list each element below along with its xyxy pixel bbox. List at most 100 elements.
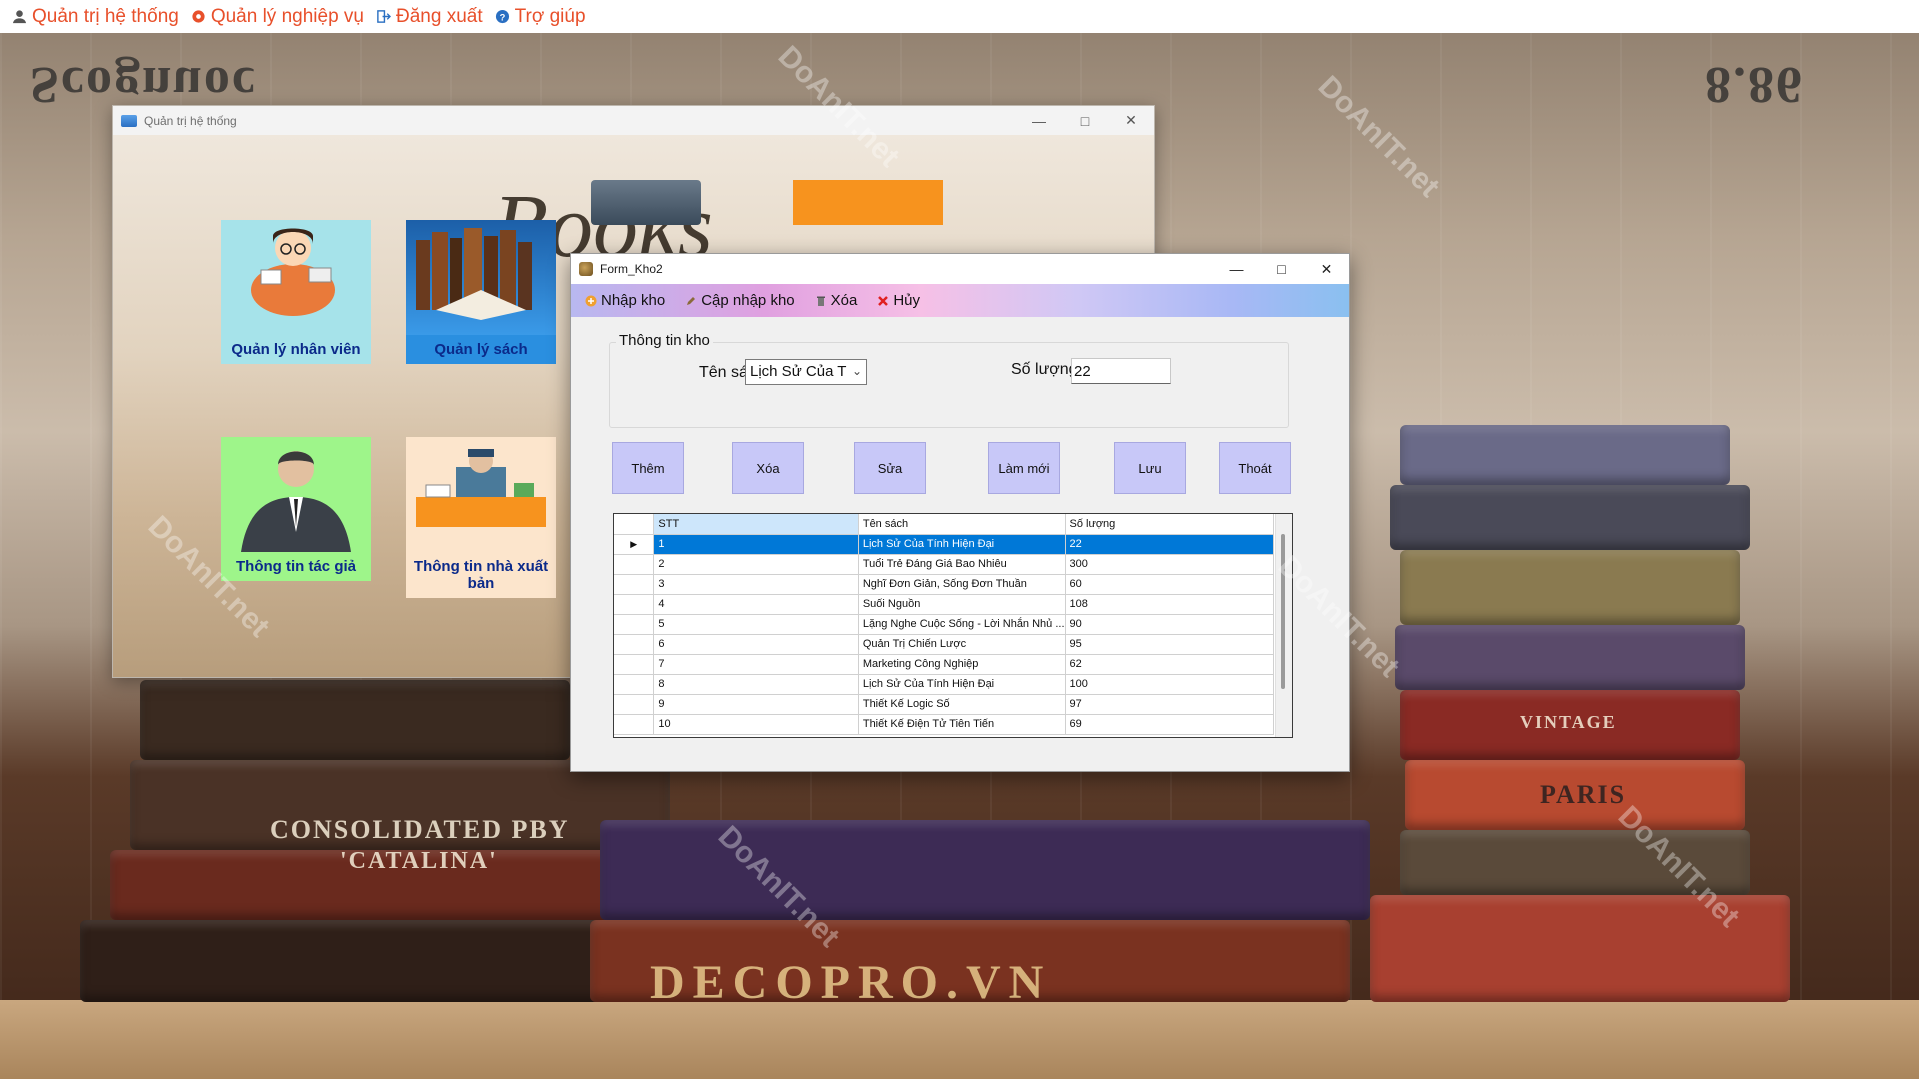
help-icon: ? (495, 9, 509, 24)
row-selector[interactable] (614, 654, 655, 675)
menu-label: Nhập kho (601, 292, 666, 309)
menu-nhap-kho[interactable]: Nhập kho (579, 284, 671, 317)
ten-sach-combobox[interactable]: Lịch Sử Của T ⌄ (745, 359, 867, 385)
tile-label: Quản lý sách (406, 335, 556, 364)
grid-vertical-scrollbar[interactable] (1275, 514, 1292, 737)
tile-quan-ly-nhan-vien[interactable]: Quản lý nhân viên (221, 220, 371, 364)
menu-tro-giup[interactable]: ? Trợ giúp (493, 0, 596, 33)
kho-data-grid[interactable]: STT Tên sách Số lượng ▶ 1 Lịch Sử Của Tí… (613, 513, 1293, 738)
table-row[interactable]: 8 Lịch Sử Của Tính Hiện Đại 100 (614, 674, 1275, 695)
cell-stt: 6 (653, 634, 859, 655)
cell-stt: 9 (653, 694, 859, 715)
window-app-icon (579, 262, 593, 276)
table-row[interactable]: 3 Nghĩ Đơn Giản, Sống Đơn Thuần 60 (614, 574, 1275, 595)
chevron-down-icon: ⌄ (851, 364, 862, 378)
bg-stamp-consolidated: CONSOLIDATED PBY (270, 815, 570, 844)
app-menu-bar: Quản trị hệ thống Quản lý nghiệp vụ Đăng… (0, 0, 1919, 33)
ten-sach-value: Lịch Sử Của T (750, 363, 847, 380)
column-header-so-luong[interactable]: Số lượng (1065, 514, 1275, 535)
table-row[interactable]: 5 Lặng Nghe Cuộc Sống - Lời Nhắn Nhủ ...… (614, 614, 1275, 635)
cell-ten-sach: Suối Nguồn (858, 594, 1066, 615)
thoat-button[interactable]: Thoát (1219, 442, 1291, 494)
cell-ten-sach: Lịch Sử Của Tính Hiện Đại (858, 534, 1066, 555)
so-luong-input[interactable]: 22 (1071, 358, 1171, 384)
menu-dang-xuat[interactable]: Đăng xuất (374, 0, 493, 33)
cell-stt: 1 (653, 534, 859, 555)
table-row[interactable]: 7 Marketing Công Nghiệp 62 (614, 654, 1275, 675)
menu-label: Quản lý nghiệp vụ (210, 5, 364, 27)
row-selector[interactable] (614, 634, 655, 655)
cell-so-luong: 300 (1065, 554, 1275, 575)
row-selector-arrow-icon[interactable]: ▶ (614, 534, 655, 555)
table-row[interactable]: 4 Suối Nguồn 108 (614, 594, 1275, 615)
table-row[interactable]: 10 Thiết Kế Điện Tử Tiên Tiến 69 (614, 714, 1275, 735)
tile-label: Thông tin nhà xuất bản (413, 558, 549, 592)
menu-huy[interactable]: Hủy (871, 284, 926, 317)
author-icon (241, 451, 351, 552)
row-selector[interactable] (614, 554, 655, 575)
menu-label: Cập nhập kho (701, 292, 795, 309)
bg-book (600, 820, 1370, 920)
group-title: Thông tin kho (616, 332, 713, 349)
minimize-button[interactable]: — (1214, 254, 1259, 284)
them-button[interactable]: Thêm (612, 442, 684, 494)
cell-so-luong: 62 (1065, 654, 1275, 675)
scrollbar-thumb[interactable] (1281, 534, 1285, 689)
svg-text:?: ? (499, 12, 505, 22)
cell-ten-sach: Marketing Công Nghiệp (858, 654, 1066, 675)
column-header-ten-sach[interactable]: Tên sách (858, 514, 1066, 535)
row-selector[interactable] (614, 714, 655, 735)
row-selector[interactable] (614, 674, 655, 695)
row-selector[interactable] (614, 594, 655, 615)
bg-book (1400, 830, 1750, 895)
bg-book (140, 680, 570, 760)
bg-stamp-catalina: 'CATALINA' (340, 848, 498, 874)
menu-label: Trợ giúp (514, 5, 586, 27)
cell-so-luong: 22 (1065, 534, 1275, 555)
main-window-titlebar[interactable]: Quản trị hệ thống — □ ✕ (113, 106, 1154, 135)
table-row[interactable]: 2 Tuổi Trẻ Đáng Giá Bao Nhiêu 300 (614, 554, 1275, 575)
menu-quan-ly-nghiep-vu[interactable]: Quản lý nghiệp vụ (189, 0, 374, 33)
user-icon (12, 10, 27, 24)
cell-ten-sach: Nghĩ Đơn Giản, Sống Đơn Thuần (858, 574, 1066, 595)
table-row[interactable]: ▶ 1 Lịch Sử Của Tính Hiện Đại 22 (614, 534, 1275, 555)
minimize-button[interactable]: — (1016, 106, 1062, 135)
row-selector[interactable] (614, 574, 655, 595)
cell-stt: 3 (653, 574, 859, 595)
employee-illustration (221, 220, 371, 335)
cell-stt: 8 (653, 674, 859, 695)
tile-thong-tin-nha-xuat-ban[interactable]: Thông tin nhà xuất bản (406, 437, 556, 598)
maximize-button[interactable]: □ (1259, 254, 1304, 284)
row-selector[interactable] (614, 694, 655, 715)
tile-quan-ly-sach[interactable]: Quản lý sách (406, 220, 556, 364)
menu-quan-tri-he-thong[interactable]: Quản trị hệ thống (10, 0, 189, 33)
cell-ten-sach: Thiết Kế Logic Số (858, 694, 1066, 715)
menu-cap-nhap-kho[interactable]: Cập nhập kho (679, 284, 800, 317)
cell-stt: 10 (653, 714, 859, 735)
sua-button[interactable]: Sửa (854, 442, 926, 494)
bg-stamp-number: 8.86 (1705, 56, 1804, 113)
menu-label: Xóa (830, 292, 858, 309)
row-header-corner (614, 514, 655, 535)
cell-ten-sach: Lặng Nghe Cuộc Sống - Lời Nhắn Nhủ ... (858, 614, 1066, 635)
author-illustration (221, 437, 371, 552)
lam-moi-button[interactable]: Làm mới (988, 442, 1060, 494)
bg-book (1390, 485, 1750, 550)
grid-header-row: STT Tên sách Số lượng (614, 514, 1275, 535)
form-kho-titlebar[interactable]: Form_Kho2 — □ ✕ (571, 254, 1349, 284)
maximize-button[interactable]: □ (1062, 106, 1108, 135)
table-row[interactable]: 6 Quản Trị Chiến Lược 95 (614, 634, 1275, 655)
tile-thong-tin-tac-gia[interactable]: Thông tin tác giả (221, 437, 371, 581)
bg-book (1400, 550, 1740, 625)
orange-card-decor (793, 180, 943, 225)
close-button[interactable]: ✕ (1304, 254, 1349, 284)
cell-so-luong: 69 (1065, 714, 1275, 735)
table-row[interactable]: 9 Thiết Kế Logic Số 97 (614, 694, 1275, 715)
menu-xoa[interactable]: Xóa (809, 284, 864, 317)
column-header-stt[interactable]: STT (653, 514, 859, 535)
xoa-button[interactable]: Xóa (732, 442, 804, 494)
row-selector[interactable] (614, 614, 655, 635)
luu-button[interactable]: Lưu (1114, 442, 1186, 494)
cell-so-luong: 97 (1065, 694, 1275, 715)
close-button[interactable]: ✕ (1108, 106, 1154, 135)
